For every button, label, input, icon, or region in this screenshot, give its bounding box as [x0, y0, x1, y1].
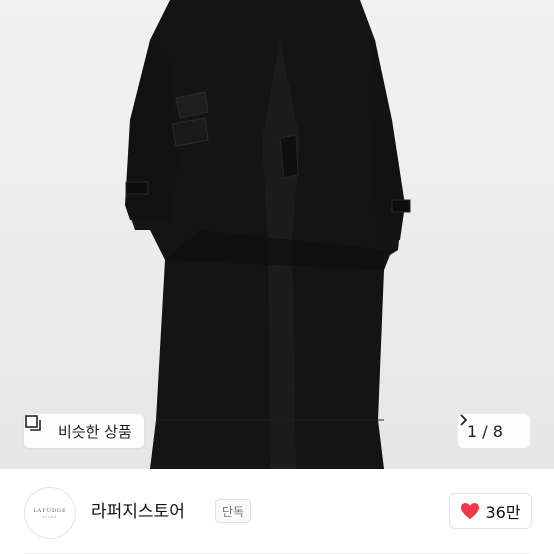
store-name[interactable]: 라퍼지스토어 — [91, 497, 185, 522]
store-logo[interactable]: LAFUDGE STORE — [24, 487, 76, 539]
similar-items-label: 비슷한 상품 — [58, 422, 132, 441]
chevron-right-icon — [460, 414, 521, 437]
page-indicator-text: 1 / 8 — [467, 421, 503, 441]
store-info-bar: LAFUDGE STORE 라퍼지스토어 단독 36만 — [0, 469, 554, 554]
similar-items-icon — [25, 415, 52, 440]
similar-items-button[interactable]: 비슷한 상품 — [24, 414, 144, 448]
heart-icon — [460, 502, 480, 520]
image-page-indicator[interactable]: 1 / 8 — [458, 414, 530, 448]
exclusive-badge: 단독 — [215, 499, 252, 523]
product-image-carousel[interactable]: 비슷한 상품 1 / 8 — [0, 0, 554, 469]
like-count: 36만 — [485, 503, 521, 522]
store-logo-subtext: STORE — [42, 514, 58, 519]
store-logo-text: LAFUDGE — [33, 507, 67, 514]
product-photo-coat — [125, 0, 411, 469]
like-button[interactable]: 36만 — [449, 493, 532, 529]
